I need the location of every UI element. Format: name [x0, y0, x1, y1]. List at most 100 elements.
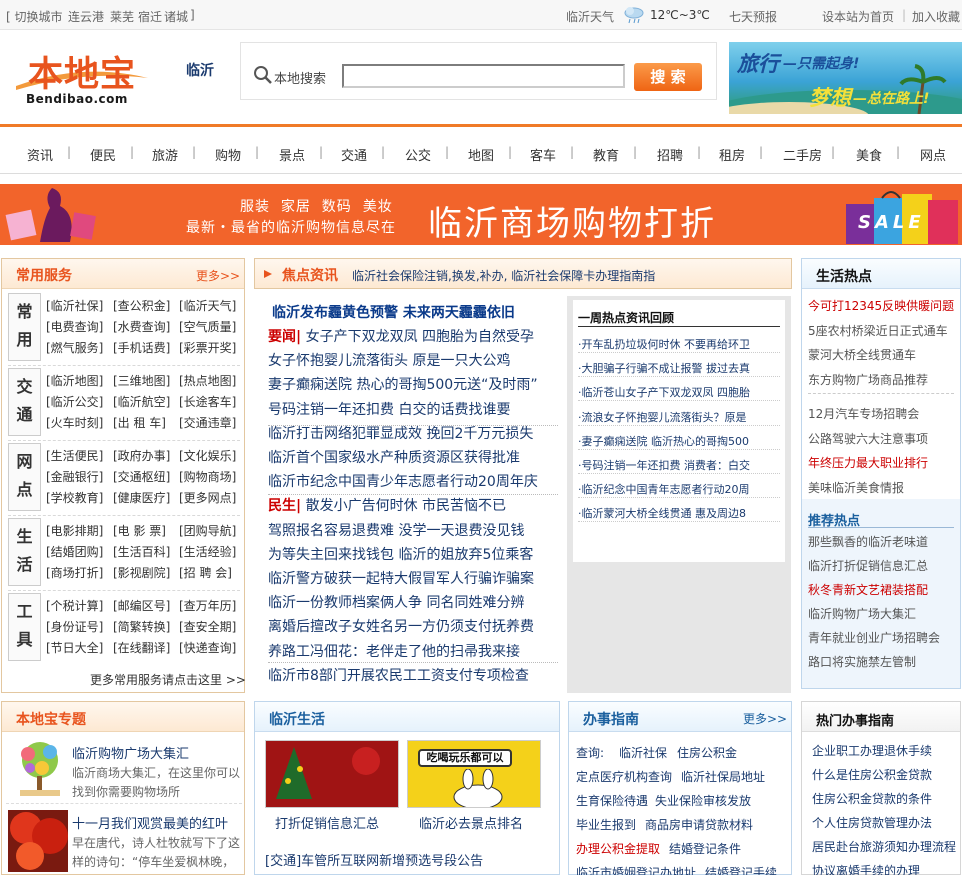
- nav-item-8[interactable]: 客车: [530, 145, 556, 164]
- nav-item-12[interactable]: 二手房: [783, 145, 822, 164]
- service-link[interactable]: [生活百科]: [113, 543, 170, 560]
- service-link[interactable]: [健康医疗]: [113, 489, 170, 506]
- service-link[interactable]: [交通枢纽]: [113, 468, 170, 485]
- service-link[interactable]: [电影排期]: [46, 522, 103, 539]
- service-link[interactable]: [燃气服务]: [46, 339, 103, 356]
- hot-news-link[interactable]: ·流浪女子怀抱婴儿流落街头？原是: [578, 409, 747, 425]
- life-hot-link[interactable]: 蒙河大桥全线贯通车: [808, 346, 916, 363]
- news-title[interactable]: 临沂打击网络犯罪显成效 挽回2千万元损失: [268, 426, 533, 442]
- news-item[interactable]: 要闻| 女子产下双龙双凤 四胞胎为自然受孕: [268, 326, 534, 346]
- recommend-link[interactable]: 秋冬青新文艺裙装搭配: [808, 581, 928, 598]
- service-link[interactable]: [文化娱乐]: [179, 447, 236, 464]
- service-link[interactable]: [电 影 票]: [113, 522, 166, 539]
- service-link[interactable]: [临沂公交]: [46, 393, 103, 410]
- nav-item-2[interactable]: 旅游: [152, 145, 178, 164]
- news-title[interactable]: 号码注销一年还扣费 白交的话费找谁要: [268, 402, 510, 418]
- city-link-suqian[interactable]: 宿迁: [138, 8, 162, 25]
- hot-news-link[interactable]: ·临沂纪念中国青年志愿者行动20周: [578, 481, 750, 497]
- service-link[interactable]: [生活便民]: [46, 447, 103, 464]
- service-link[interactable]: [空气质量]: [179, 318, 236, 335]
- city-link-laiwu[interactable]: 莱芜: [110, 8, 134, 25]
- service-link[interactable]: [临沂航空]: [113, 393, 170, 410]
- red-leaves-image[interactable]: [8, 810, 68, 872]
- travel-ad-banner[interactable]: 旅行 —只需起身! 梦想 —总在路上!: [729, 42, 962, 114]
- news-item[interactable]: 临沂警方破获一起特大假冒军人行骗诈骗案: [268, 568, 534, 588]
- search-input[interactable]: [342, 64, 625, 88]
- hot-guide-link[interactable]: 住房公积金贷款的条件: [812, 790, 932, 807]
- set-home-link[interactable]: 设本站为首页: [822, 8, 894, 25]
- service-link[interactable]: [查安全期]: [179, 618, 236, 635]
- service-link[interactable]: [长途客车]: [179, 393, 236, 410]
- service-link[interactable]: [影视剧院]: [113, 564, 170, 581]
- recommend-link[interactable]: 那些飘香的临沂老味道: [808, 533, 928, 550]
- add-favorite-link[interactable]: 加入收藏: [912, 8, 960, 25]
- service-link[interactable]: [火车时刻]: [46, 414, 103, 431]
- service-link[interactable]: [身份证号]: [46, 618, 103, 635]
- news-title[interactable]: 临沂一份教师档案俩人争 同名同姓难分辨: [268, 595, 524, 611]
- service-link[interactable]: [水费查询]: [113, 318, 170, 335]
- service-link[interactable]: [查万年历]: [179, 597, 236, 614]
- news-item[interactable]: 离婚后擅改子女姓名另一方仍须支付抚养费: [268, 616, 534, 636]
- hot-news-link[interactable]: ·大胆骗子行骗不成让报警 拔过去真: [578, 360, 750, 376]
- news-item[interactable]: 临沂一份教师档案俩人争 同名同姓难分辨: [268, 592, 524, 612]
- service-link[interactable]: [三维地图]: [113, 372, 170, 389]
- weather-city-link[interactable]: 临沂天气: [566, 8, 614, 25]
- service-link[interactable]: [商场打折]: [46, 564, 103, 581]
- service-link[interactable]: [购物商场]: [179, 468, 236, 485]
- hot-news-link[interactable]: ·妻子癫痫送院 临沂热心的哥掏500: [578, 433, 749, 449]
- life-hot-link[interactable]: 年终压力最大职业排行: [808, 454, 928, 471]
- guide-link[interactable]: 办理公积金提取: [576, 840, 660, 857]
- colorful-tree-image[interactable]: [12, 740, 68, 798]
- focus-ticker[interactable]: 临沂社会保险注销,换发,补办, 临沂社会保障卡办理指南指: [352, 267, 655, 284]
- service-link[interactable]: [邮编区号]: [113, 597, 170, 614]
- news-title[interactable]: 女子产下双龙双凤 四胞胎为自然受孕: [301, 329, 534, 345]
- guide-link[interactable]: 定点医疗机构查询: [576, 768, 672, 785]
- hot-guide-link[interactable]: 居民赴台旅游须知办理流程: [812, 838, 956, 855]
- service-link[interactable]: [学校教育]: [46, 489, 103, 506]
- life-hot-link[interactable]: 12月汽车专场招聘会: [808, 405, 919, 422]
- guide-link[interactable]: 临沂社保: [619, 744, 667, 761]
- nav-item-7[interactable]: 地图: [468, 145, 494, 164]
- more-services-link[interactable]: 更多常用服务请点击这里 >>: [90, 671, 246, 688]
- guide-link[interactable]: 结婚登记手续: [705, 864, 777, 875]
- service-link[interactable]: [临沂社保]: [46, 297, 103, 314]
- topic-title[interactable]: 临沂购物广场大集汇: [72, 743, 189, 762]
- news-title[interactable]: 临沂市8部门开展农民工工资支付专项检查: [268, 668, 529, 684]
- recommend-link[interactable]: 临沂购物广场大集汇: [808, 605, 916, 622]
- service-link[interactable]: [招 聘 会]: [179, 564, 232, 581]
- city-link-lianyungang[interactable]: 连云港: [68, 8, 104, 25]
- guide-more-link[interactable]: 更多>>: [743, 710, 787, 727]
- nav-item-3[interactable]: 购物: [215, 145, 241, 164]
- common-services-more[interactable]: 更多>>: [196, 267, 240, 284]
- service-link[interactable]: [交通违章]: [179, 414, 236, 431]
- service-link[interactable]: [临沂地图]: [46, 372, 103, 389]
- life-hot-link[interactable]: 东方购物广场商品推荐: [808, 371, 928, 388]
- service-link[interactable]: [出 租 车]: [113, 414, 166, 431]
- nav-item-0[interactable]: 资讯: [27, 145, 53, 164]
- news-item[interactable]: 为等失主回来找钱包 临沂的姐放弃5位乘客: [268, 544, 533, 564]
- news-title[interactable]: 女子怀抱婴儿流落街头 原是一只大公鸡: [268, 353, 510, 369]
- city-link-zhucheng[interactable]: 诸城: [164, 8, 188, 25]
- news-title[interactable]: 妻子癫痫送院 热心的哥掏500元送“及时雨”: [268, 377, 538, 393]
- nav-item-6[interactable]: 公交: [405, 145, 431, 164]
- guide-link[interactable]: 失业保险审核发放: [655, 792, 751, 809]
- service-link[interactable]: [在线翻译]: [113, 639, 170, 656]
- service-link[interactable]: [手机话费]: [113, 339, 170, 356]
- service-link[interactable]: [查公积金]: [113, 297, 170, 314]
- switch-city-link[interactable]: [ 切换城市: [6, 8, 63, 25]
- service-link[interactable]: [政府办事]: [113, 447, 170, 464]
- nav-item-5[interactable]: 交通: [341, 145, 367, 164]
- life-hot-link[interactable]: 美味临沂美食情报: [808, 479, 904, 496]
- life-hot-link[interactable]: 5座农村桥梁近日正式通车: [808, 322, 948, 339]
- guide-link[interactable]: 生育保险待遇: [576, 792, 648, 809]
- news-title[interactable]: 养路工冯佃花：老伴走了他的扫帚我来接: [268, 644, 520, 660]
- nav-item-11[interactable]: 租房: [719, 145, 745, 164]
- service-link[interactable]: [彩票开奖]: [179, 339, 236, 356]
- hot-guide-link[interactable]: 协议离婚手续的办理: [812, 862, 920, 875]
- service-link[interactable]: [更多网点]: [179, 489, 236, 506]
- service-link[interactable]: [临沂天气]: [179, 297, 236, 314]
- promo-caption-2[interactable]: 临沂必去景点排名: [419, 813, 523, 832]
- service-link[interactable]: [生活经验]: [179, 543, 236, 560]
- news-item[interactable]: 临沂首个国家级水产种质资源区获得批准: [268, 447, 520, 467]
- topic-title[interactable]: 十一月我们观赏最美的红叶: [72, 813, 228, 832]
